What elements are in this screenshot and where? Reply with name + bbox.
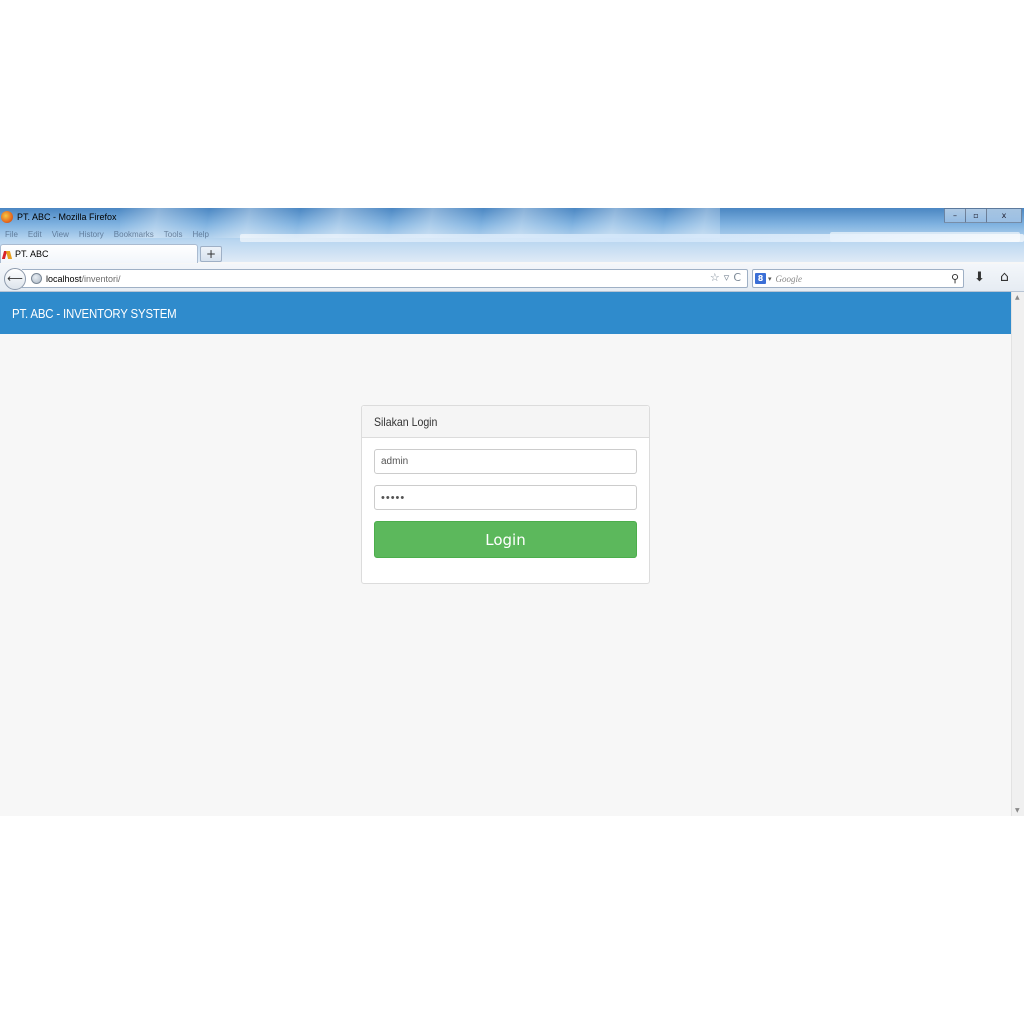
password-field[interactable]: ••••• [374,485,637,510]
home-icon[interactable]: ⌂ [1000,269,1009,285]
firefox-logo-icon [1,211,13,223]
search-placeholder: Google [775,273,803,284]
window-title: PT. ABC - Mozilla Firefox [17,212,117,222]
maximize-button[interactable]: ▫ [965,208,987,223]
scroll-down-icon[interactable]: ▼ [1015,807,1020,814]
username-value: admin [381,456,409,467]
back-button[interactable]: ⟵ [4,268,26,290]
menu-file[interactable]: File [0,230,23,239]
search-icon[interactable]: ⚲ [951,272,959,285]
menu-edit[interactable]: Edit [23,230,47,239]
site-favicon-icon [3,250,12,259]
url-bar[interactable]: localhost/inventori/ ☆ ▿ C [22,269,748,288]
tab-label: PT. ABC [15,249,49,259]
browser-window: PT. ABC - Mozilla Firefox File Edit View… [0,208,1024,816]
minimize-button[interactable]: – [944,208,966,223]
page-content: PT. ABC - INVENTORY SYSTEM Silakan Login… [0,292,1011,816]
search-engine-dropdown-icon[interactable]: ▾ [768,275,772,283]
app-title[interactable]: PT. ABC - INVENTORY SYSTEM [12,306,177,321]
title-bar-search-ghost [830,232,1020,242]
search-bar[interactable]: 8 ▾ Google ⚲ [752,269,964,288]
login-button-label: Login [485,530,526,549]
download-icon[interactable]: ⬇ [974,270,985,285]
title-row: PT. ABC - Mozilla Firefox [0,210,117,224]
tab-strip: PT. ABC + [0,244,1024,263]
url-host: localhost [46,273,82,284]
vertical-scrollbar[interactable]: ▲ ▼ [1011,292,1024,816]
globe-icon [31,273,42,284]
new-tab-button[interactable]: + [200,246,222,262]
username-field[interactable]: admin [374,449,637,474]
panel-title: Silakan Login [374,414,438,429]
menu-bookmarks[interactable]: Bookmarks [109,230,159,239]
google-search-engine-icon[interactable]: 8 [755,273,766,284]
password-value: ••••• [381,491,406,504]
menu-bar: File Edit View History Bookmarks Tools H… [0,228,214,240]
scroll-up-icon[interactable]: ▲ [1015,294,1020,301]
panel-heading: Silakan Login [362,406,649,438]
app-header: PT. ABC - INVENTORY SYSTEM [0,292,1011,334]
url-bar-icons: ☆ ▿ C [710,271,741,284]
tab-pt-abc[interactable]: PT. ABC [0,244,198,263]
bookmark-star-icon[interactable]: ☆ [710,271,720,284]
menu-history[interactable]: History [74,230,109,239]
url-path: /inventori/ [81,273,121,284]
login-panel: Silakan Login admin ••••• Login [361,405,650,584]
url-dropdown-icon[interactable]: ▿ [724,271,730,284]
navigation-bar: localhost/inventori/ ☆ ▿ C ⟵ 8 ▾ Google … [0,264,1024,292]
menu-view[interactable]: View [47,230,74,239]
close-button[interactable]: x [986,208,1022,223]
reload-icon[interactable]: C [733,271,741,284]
window-controls: – ▫ x [944,208,1022,223]
menu-help[interactable]: Help [187,230,213,239]
menu-tools[interactable]: Tools [159,230,188,239]
login-button[interactable]: Login [374,521,637,558]
